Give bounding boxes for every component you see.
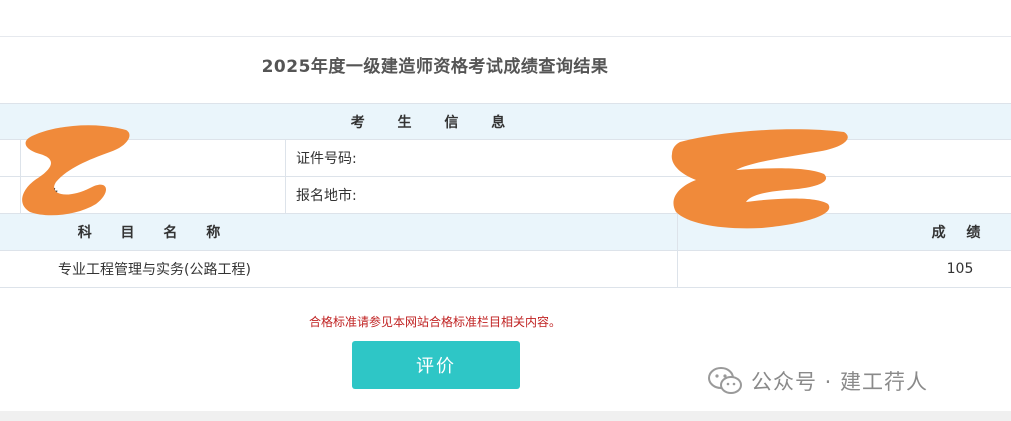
bottom-strip [0,411,1011,421]
candidate-info-header-row: 考 生 信 息 [0,103,1011,140]
score-header-row: 科 目 名 称 成 绩 [0,214,1011,251]
wechat-icon [708,367,742,394]
evaluate-button[interactable]: 评价 [352,341,520,389]
watermark-text: 公众号 · 建工荇人 [751,370,929,394]
score-value: 105 [946,261,974,277]
top-divider [0,36,1011,37]
redaction-mark-right [671,129,848,229]
score-header: 成 绩 [931,225,989,241]
table-row: 专业工程管理与实务(公路工程) 105 [0,251,1011,288]
subject-header: 科 目 名 称 [77,225,233,241]
candidate-info-title: 考 生 信 息 [350,114,520,131]
id-row: 证件号码: [0,140,1011,177]
redaction-mark-left [22,125,130,216]
id-label: 证件号码: [296,151,357,167]
region-label: 报名地市: [296,188,357,204]
page-title: 2025年度一级建造师资格考试成绩查询结果 [261,57,609,77]
subject-name: 专业工程管理与实务(公路工程) [58,262,251,278]
pass-standard-note: 合格标准请参见本网站合格标准栏目相关内容。 [308,315,561,329]
region-row: 安徽 报名地市: [0,177,1011,214]
watermark: 公众号 · 建工荇人 [707,364,928,398]
